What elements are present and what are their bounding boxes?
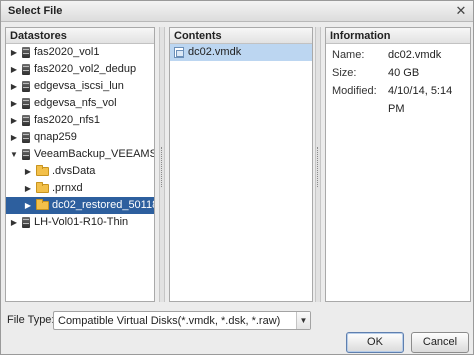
tree-item[interactable]: ▶ edgevsa_nfs_vol (6, 95, 154, 112)
left-splitter[interactable] (159, 27, 165, 302)
tree-item[interactable]: ▶ fas2020_vol1 (6, 44, 154, 61)
information-pane: Information Name: dc02.vmdk Size: 40 GB … (325, 27, 471, 302)
file-type-label: File Type: (7, 314, 55, 326)
tree-item[interactable]: ▼ VeeamBackup_VEEAMSRV (6, 146, 154, 163)
expand-right-icon[interactable]: ▶ (9, 95, 19, 112)
tree-item-label: .dvsData (52, 165, 96, 177)
tree-item-label: fas2020_nfs1 (34, 114, 101, 126)
splitter-grip (317, 147, 319, 187)
information-header: Information (326, 28, 470, 44)
datastore-icon (22, 81, 30, 92)
info-key: Name: (332, 49, 365, 61)
tree-item[interactable]: ▶ fas2020_nfs1 (6, 112, 154, 129)
tree-item-label: LH-Vol01-R10-Thin (34, 216, 129, 228)
tree-item-label: fas2020_vol1 (34, 46, 100, 58)
expand-right-icon[interactable]: ▶ (9, 129, 19, 146)
tree-item[interactable]: ▶ fas2020_vol2_dedup (6, 61, 154, 78)
tree-item-label: qnap259 (34, 131, 77, 143)
vmdk-file-icon (174, 47, 184, 58)
splitter-grip (161, 147, 163, 187)
datastore-icon (22, 115, 30, 126)
contents-header: Contents (170, 28, 312, 44)
tree-item[interactable]: ▶ qnap259 (6, 129, 154, 146)
tree-item[interactable]: ▶ .prnxd (6, 180, 154, 197)
chevron-down-icon[interactable]: ▼ (296, 312, 310, 329)
tree-item[interactable]: ▶ LH-Vol01-R10-Thin (6, 214, 154, 231)
file-name: dc02.vmdk (188, 46, 242, 58)
datastore-icon (22, 132, 30, 143)
tree-item-label: .prnxd (52, 182, 83, 194)
expand-right-icon[interactable]: ▶ (9, 61, 19, 78)
tree-item-label: VeeamBackup_VEEAMSRV (34, 148, 154, 160)
expand-right-icon[interactable]: ▶ (23, 180, 33, 197)
dialog-titlebar[interactable]: Select File ✕ (1, 1, 473, 22)
contents-pane: Contents dc02.vmdk (169, 27, 313, 302)
tree-item-label: fas2020_vol2_dedup (34, 63, 137, 75)
datastores-pane: Datastores ▶ fas2020_vol1 ▶ fas2020_vol2_de… (5, 27, 155, 302)
datastore-icon (22, 217, 30, 228)
info-row-modified: Modified: 4/10/14, 5:14 PM (326, 82, 470, 115)
info-key: Size: (332, 67, 357, 79)
tree-item-label: dc02_restored_50118104-c (52, 199, 154, 211)
datastore-icon (22, 47, 30, 58)
cancel-button[interactable]: Cancel (411, 332, 469, 353)
expand-right-icon[interactable]: ▶ (9, 78, 19, 95)
expand-right-icon[interactable]: ▶ (9, 112, 19, 129)
folder-icon (36, 165, 49, 176)
folder-icon (36, 182, 49, 193)
expand-down-icon[interactable]: ▼ (9, 146, 19, 163)
close-icon[interactable]: ✕ (454, 4, 468, 18)
dialog-title: Select File (8, 5, 63, 17)
file-type-value: Compatible Virtual Disks(*.vmdk, *.dsk, … (58, 315, 281, 327)
expand-right-icon[interactable]: ▶ (9, 44, 19, 61)
tree-item-label: edgevsa_nfs_vol (34, 97, 117, 109)
datastore-tree: ▶ fas2020_vol1 ▶ fas2020_vol2_dedup ▶ edgevsa… (6, 44, 154, 231)
expand-right-icon[interactable]: ▶ (23, 163, 33, 180)
info-key: Modified: (332, 85, 377, 97)
info-row-size: Size: 40 GB (326, 64, 470, 82)
select-file-dialog: Select File ✕ Datastores ▶ fas2020_vol1 ▶ f… (0, 0, 474, 355)
tree-item[interactable]: ▶ edgevsa_iscsi_lun (6, 78, 154, 95)
folder-icon (36, 199, 49, 210)
info-row-name: Name: dc02.vmdk (326, 46, 470, 64)
tree-item[interactable]: ▶ .dvsData (6, 163, 154, 180)
datastore-icon (22, 64, 30, 75)
info-value: dc02.vmdk (388, 49, 442, 61)
expand-right-icon[interactable]: ▶ (23, 197, 33, 214)
datastore-icon (22, 149, 30, 160)
file-row[interactable]: dc02.vmdk (170, 44, 312, 61)
file-type-select[interactable]: Compatible Virtual Disks(*.vmdk, *.dsk, … (53, 311, 311, 330)
info-value: 40 GB (388, 67, 420, 79)
tree-item-label: edgevsa_iscsi_lun (34, 80, 124, 92)
info-value: 4/10/14, 5:14 PM (388, 85, 453, 115)
expand-right-icon[interactable]: ▶ (9, 214, 19, 231)
ok-button[interactable]: OK (346, 332, 404, 353)
right-splitter[interactable] (315, 27, 321, 302)
datastore-icon (22, 98, 30, 109)
datastores-header: Datastores (6, 28, 154, 44)
tree-item[interactable]: ▶ dc02_restored_50118104-c (6, 197, 154, 214)
